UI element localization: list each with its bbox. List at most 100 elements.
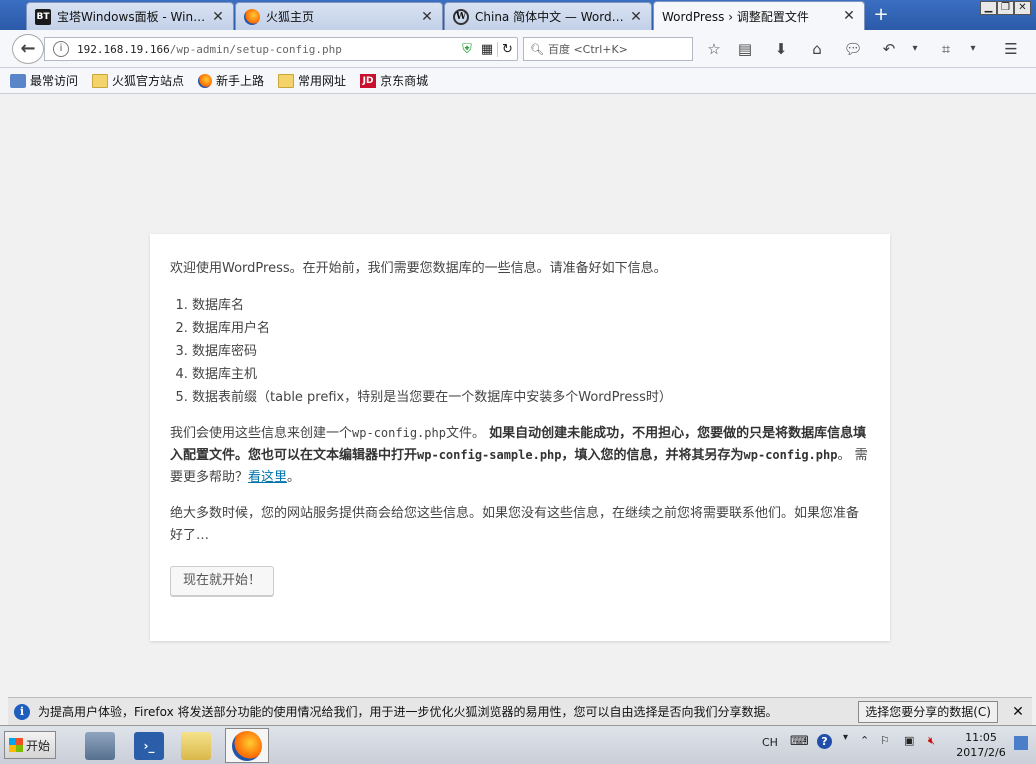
text: 我们会使用这些信息来创建一个	[170, 426, 353, 442]
bookmark-most-visited[interactable]: 最常访问	[10, 72, 78, 89]
search-input[interactable]: 🔍︎ 百度 <Ctrl+K>	[523, 37, 693, 61]
page-viewport: 欢迎使用WordPress。在开始前，我们需要您数据库的一些信息。请准备好如下信…	[8, 95, 1032, 697]
url-text[interactable]: 192.168.19.166/wp-admin/setup-config.php	[77, 43, 457, 56]
powershell-taskbar-button[interactable]: ›_	[127, 728, 171, 763]
tab-label: China 简体中文 — WordP…	[475, 10, 625, 24]
tab-label: 火狐主页	[266, 10, 315, 24]
taskbar: 开始 ›_ CH ⌨ ? ▾ ⌃ ⚐ ▣ 🔇︎ 11:05 2017/2/6	[0, 725, 1036, 764]
new-tab-button[interactable]: +	[870, 5, 892, 25]
host-info-text: 绝大多数时候，您的网站服务提供商会给您这些信息。如果您没有这些信息，在继续之前您…	[170, 506, 860, 544]
server-manager-taskbar-button[interactable]	[78, 728, 122, 763]
bookmark-jd[interactable]: JD 京东商城	[360, 72, 428, 89]
close-icon[interactable]: ✕	[420, 9, 434, 25]
notification-bar: i 为提高用户体验，Firefox 将发送部分功能的使用情况给我们，用于进一步优…	[8, 697, 1032, 725]
tab-firefox-home[interactable]: 火狐主页 ✕	[235, 2, 443, 30]
config-explanation: 我们会使用这些信息来创建一个wp-config.php文件。 如果自动创建未能成…	[170, 423, 870, 489]
help-icon[interactable]: ?	[817, 734, 832, 749]
text: ，填入您的信息，并将其另存为	[561, 448, 744, 464]
info-icon: i	[14, 703, 30, 720]
chevron-down-icon[interactable]: ▾	[904, 39, 926, 59]
clock-date: 2017/2/6	[956, 746, 1006, 759]
list-item: 数据库密码	[192, 340, 870, 363]
url-host: 192.168.19.166	[77, 42, 170, 56]
search-icon: 🔍︎	[530, 42, 544, 56]
menu-icon[interactable]: ☰	[1000, 39, 1022, 59]
tab-label: 宝塔Windows面板 - Windo…	[57, 10, 207, 24]
tray-menu-icon[interactable]: ▾	[843, 732, 848, 743]
language-indicator[interactable]: CH	[762, 736, 778, 749]
code: wp-config.php	[743, 448, 838, 463]
bookmark-label: 最常访问	[30, 74, 79, 88]
bookmark-common-sites[interactable]: 常用网址	[278, 72, 346, 89]
jd-icon: JD	[360, 73, 377, 88]
intro-text: 欢迎使用WordPress。在开始前，我们需要您数据库的一些信息。请准备好如下信…	[170, 261, 667, 276]
crop-icon[interactable]: ⌗	[935, 39, 957, 59]
window-close-icon[interactable]: ✕	[1014, 1, 1031, 15]
firefox-taskbar-button[interactable]	[225, 728, 269, 763]
minimize-icon[interactable]: ▁	[980, 1, 997, 15]
tab-wordpress-china[interactable]: W China 简体中文 — WordP… ✕	[444, 2, 652, 30]
home-icon[interactable]: ⌂	[806, 39, 828, 59]
flag-icon[interactable]: ⚐	[880, 734, 890, 747]
shield-icon[interactable]: ⛨	[457, 42, 477, 57]
back-button[interactable]: ←	[12, 34, 44, 64]
most-visited-icon	[10, 73, 26, 88]
windows-logo-icon	[9, 738, 23, 752]
info-icon[interactable]: i	[53, 41, 69, 57]
bookmark-firefox-site[interactable]: 火狐官方站点	[92, 72, 184, 89]
code: wp-config-sample.php	[417, 448, 562, 463]
close-icon[interactable]: ✕	[211, 9, 225, 25]
firefox-icon	[198, 73, 213, 88]
clock[interactable]: 11:05 2017/2/6	[950, 730, 1012, 760]
list-item: 数据库主机	[192, 363, 870, 386]
start-label: 开始	[26, 738, 51, 753]
close-icon[interactable]: ✕	[1008, 704, 1028, 720]
tab-baota[interactable]: BT 宝塔Windows面板 - Windo… ✕	[26, 2, 234, 30]
bookmark-label: 京东商城	[380, 74, 429, 88]
chevron-up-icon[interactable]: ⌃	[860, 734, 869, 747]
tab-setup-config[interactable]: WordPress › 调整配置文件 ✕	[653, 1, 865, 30]
url-path: /wp-admin/setup-config.php	[169, 42, 342, 56]
network-icon[interactable]: ▣	[904, 734, 914, 747]
reading-list-icon[interactable]: ▤	[734, 39, 756, 59]
list-item: 数据库用户名	[192, 317, 870, 340]
restore-icon[interactable]: ❐	[997, 1, 1014, 15]
clock-time: 11:05	[965, 731, 997, 744]
url-bar[interactable]: i 192.168.19.166/wp-admin/setup-config.p…	[44, 37, 518, 61]
keyboard-icon[interactable]: ⌨	[790, 734, 809, 749]
bookmark-getting-started[interactable]: 新手上路	[198, 72, 264, 89]
folder-icon	[181, 731, 211, 760]
search-placeholder: 百度 <Ctrl+K>	[547, 43, 628, 56]
close-icon[interactable]: ✕	[629, 9, 643, 25]
bookmarks-bar: 最常访问 火狐官方站点 新手上路 常用网址 JD 京东商城	[0, 68, 1036, 94]
list-item: 数据库名	[192, 294, 870, 317]
help-link[interactable]: 看这里	[248, 470, 287, 485]
bookmark-label: 火狐官方站点	[112, 74, 185, 88]
powershell-icon: ›_	[134, 731, 164, 760]
bookmark-star-icon[interactable]: ☆	[703, 39, 725, 59]
tab-bar: BT 宝塔Windows面板 - Windo… ✕ 火狐主页 ✕ W China…	[0, 0, 1036, 30]
volume-muted-icon[interactable]: 🔇︎	[928, 734, 935, 748]
setup-config-card: 欢迎使用WordPress。在开始前，我们需要您数据库的一些信息。请准备好如下信…	[150, 234, 890, 641]
folder-icon	[92, 73, 109, 88]
chat-icon[interactable]: 💬︎	[842, 39, 864, 59]
choose-share-data-button[interactable]: 选择您要分享的数据(C)	[858, 700, 998, 723]
firefox-icon	[244, 8, 260, 25]
download-icon[interactable]: ⬇	[770, 39, 792, 59]
bookmark-label: 新手上路	[216, 74, 265, 88]
explorer-taskbar-button[interactable]	[174, 728, 218, 763]
folder-icon	[278, 73, 295, 88]
required-info-list: 数据库名 数据库用户名 数据库密码 数据库主机 数据表前缀（table pref…	[192, 294, 870, 409]
close-icon[interactable]: ✕	[842, 8, 856, 24]
undo-icon[interactable]: ↶	[878, 39, 900, 59]
bookmark-label: 常用网址	[298, 74, 347, 88]
baota-icon: BT	[35, 8, 51, 25]
server-manager-icon	[85, 731, 115, 760]
tab-label: WordPress › 调整配置文件	[662, 9, 809, 24]
qr-code-icon[interactable]: ▦	[477, 42, 497, 57]
lets-go-button[interactable]: 现在就开始！	[170, 565, 275, 596]
reload-icon[interactable]: ↻	[497, 41, 517, 57]
show-desktop-icon[interactable]	[1014, 736, 1028, 750]
start-button[interactable]: 开始	[4, 731, 56, 759]
chevron-down-icon[interactable]: ▾	[962, 39, 984, 59]
